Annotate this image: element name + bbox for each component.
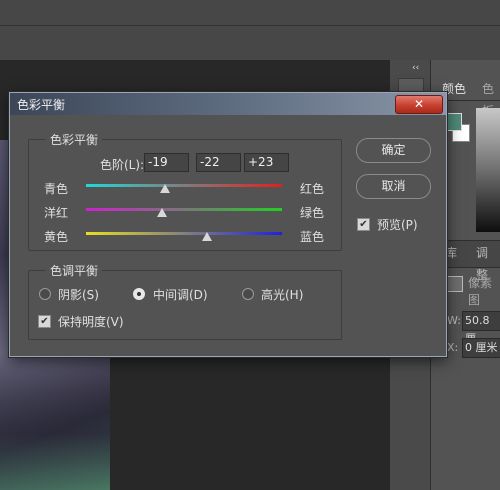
magenta-label: 洋红 xyxy=(44,206,69,220)
color-picker-gradient[interactable] xyxy=(476,108,500,232)
width-field[interactable]: 50.8 厘 xyxy=(462,311,500,345)
cyan-red-slider-thumb[interactable] xyxy=(160,184,171,193)
blue-label: 蓝色 xyxy=(300,230,325,244)
preserve-luminosity-checkbox[interactable]: ✔ xyxy=(38,315,51,328)
highlights-radio[interactable] xyxy=(242,288,254,300)
preserve-luminosity-label[interactable]: 保持明度(V) xyxy=(58,313,124,330)
red-label: 红色 xyxy=(300,182,325,196)
menu-divider xyxy=(0,25,500,26)
magenta-green-slider-thumb[interactable] xyxy=(157,208,168,217)
cancel-button[interactable]: 取消 xyxy=(356,174,431,199)
pixel-layer-icon xyxy=(445,276,463,292)
collapse-panels-icon[interactable]: ‹‹ xyxy=(412,63,428,73)
highlights-label[interactable]: 高光(H) xyxy=(261,286,303,303)
document-image-shade xyxy=(0,350,110,490)
shadows-radio[interactable] xyxy=(39,288,51,300)
tab-swatches[interactable]: 色板 xyxy=(478,78,500,118)
options-bar xyxy=(0,0,500,61)
levels-label: 色阶(L): xyxy=(100,158,145,172)
tab-adjustments[interactable]: 调整 xyxy=(472,242,500,282)
yellow-label: 黄色 xyxy=(44,230,69,244)
yellow-blue-slider-thumb[interactable] xyxy=(201,232,212,241)
close-button[interactable]: ✕ xyxy=(395,95,443,114)
color-balance-group-label: 色彩平衡 xyxy=(46,131,103,148)
midtones-label[interactable]: 中间调(D) xyxy=(153,286,208,303)
level-magenta-green-input[interactable]: -22 xyxy=(196,153,241,172)
x-label: X: xyxy=(447,341,459,354)
width-label: W: xyxy=(447,314,461,327)
dialog-titlebar[interactable] xyxy=(10,93,446,115)
pixel-layer-label: 像素图 xyxy=(468,276,493,307)
magenta-green-slider[interactable] xyxy=(86,208,282,211)
level-cyan-red-input[interactable]: -19 xyxy=(144,153,189,172)
green-label: 绿色 xyxy=(300,206,325,220)
yellow-blue-slider[interactable] xyxy=(86,232,282,235)
shadows-label[interactable]: 阴影(S) xyxy=(58,286,99,303)
foreground-color-swatch[interactable] xyxy=(446,113,462,131)
level-yellow-blue-input[interactable]: +23 xyxy=(244,153,289,172)
cyan-label: 青色 xyxy=(44,182,69,196)
x-field[interactable]: 0 厘米 xyxy=(462,338,500,358)
preview-checkbox[interactable]: ✔ xyxy=(357,218,370,231)
midtones-radio[interactable] xyxy=(133,288,145,300)
ok-button[interactable]: 确定 xyxy=(356,138,431,163)
color-balance-dialog: 色彩平衡 ✕ 色彩平衡 色阶(L): -19 -22 +23 青色 红色 洋红 … xyxy=(9,92,447,357)
preview-label[interactable]: 预览(P) xyxy=(377,216,418,233)
dialog-title: 色彩平衡 xyxy=(17,98,66,112)
cyan-red-slider[interactable] xyxy=(86,184,282,187)
tone-balance-group-label: 色调平衡 xyxy=(46,262,103,279)
